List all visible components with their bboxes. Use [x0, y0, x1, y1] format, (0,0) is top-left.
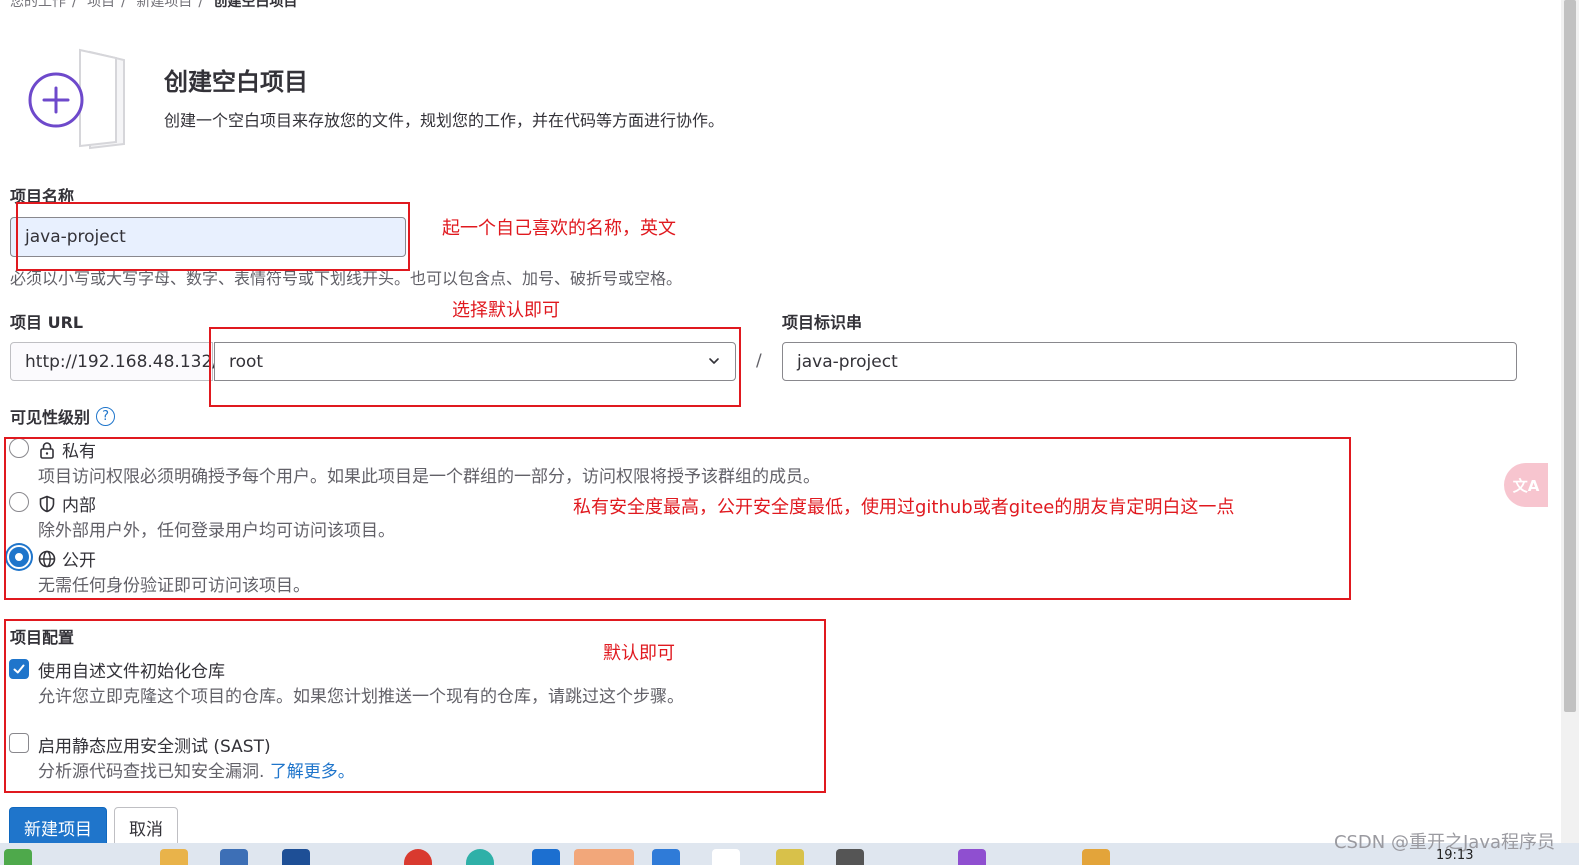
app-icon-10[interactable] — [836, 849, 864, 865]
annotation-visibility: 私有安全度最高，公开安全度最低，使用过github或者gitee的朋友肯定明白这… — [573, 497, 1235, 518]
app-icon-8[interactable] — [712, 849, 740, 865]
breadcrumb-item-current: 创建空白项目 — [213, 0, 298, 10]
blank-project-illustration — [28, 48, 125, 150]
app-icon-4[interactable] — [404, 849, 432, 865]
app-icon-5[interactable] — [466, 849, 494, 865]
breadcrumb-item-new-project[interactable]: 新建项目 — [136, 0, 192, 10]
breadcrumb: 您的工作 / 项目 / 新建项目 / 创建空白项目 — [10, 0, 304, 11]
project-slug-input[interactable]: java-project — [782, 342, 1517, 381]
page-title: 创建空白项目 — [164, 68, 308, 96]
annotation-box-url — [209, 327, 741, 407]
url-separator: / — [756, 351, 762, 371]
visibility-label-row: 可见性级别 ? — [10, 404, 116, 428]
project-slug-label: 项目标识串 — [782, 313, 863, 332]
app-icon-11[interactable] — [958, 849, 986, 865]
app-icon-2[interactable] — [220, 849, 248, 865]
folder-icon[interactable] — [160, 849, 188, 865]
visibility-label: 可见性级别 — [10, 408, 91, 427]
project-url-prefix: http://192.168.48.132/ — [10, 342, 218, 381]
app-icon-6[interactable] — [532, 849, 560, 865]
help-icon[interactable]: ? — [96, 406, 116, 426]
app-icon-active[interactable] — [574, 849, 634, 865]
page-subtitle: 创建一个空白项目来存放您的文件，规划您的工作，并在代码等方面进行协作。 — [164, 111, 725, 130]
create-project-button[interactable]: 新建项目 — [9, 807, 107, 847]
scrollbar-thumb[interactable] — [1564, 0, 1576, 712]
app-icon-7[interactable] — [652, 849, 680, 865]
breadcrumb-item-your-work[interactable]: 您的工作 — [10, 0, 66, 10]
taskbar-clock: 19:13 — [1436, 848, 1474, 863]
annotation-url: 选择默认即可 — [452, 300, 560, 321]
cancel-button[interactable]: 取消 — [114, 807, 178, 847]
annotation-config: 默认即可 — [603, 643, 675, 664]
project-url-label: 项目 URL — [10, 313, 84, 332]
breadcrumb-item-projects[interactable]: 项目 — [87, 0, 115, 10]
app-icon-3[interactable] — [282, 849, 310, 865]
app-icon-9[interactable] — [776, 849, 804, 865]
translate-icon[interactable]: 文A — [1504, 463, 1548, 507]
annotation-box-config — [4, 619, 826, 793]
app-icon-12[interactable] — [1082, 849, 1110, 865]
annotation-name: 起一个自己喜欢的名称，英文 — [442, 218, 676, 239]
app-icon-1[interactable] — [4, 849, 32, 865]
annotation-box-name — [16, 202, 410, 271]
